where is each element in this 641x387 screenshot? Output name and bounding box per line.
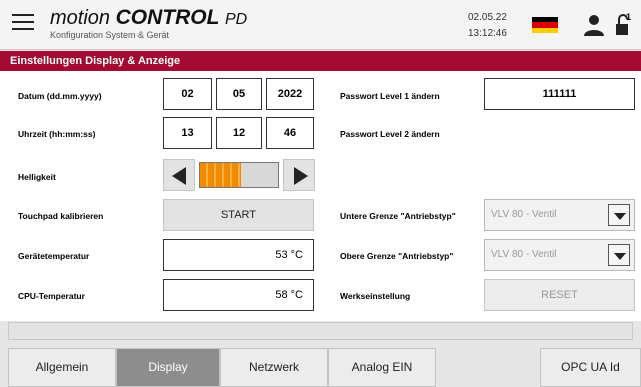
obere-grenze-value: VLV 80 - Ventil bbox=[491, 249, 557, 260]
chevron-down-icon[interactable] bbox=[608, 244, 630, 266]
time-display: 13:12:46 bbox=[468, 28, 507, 39]
brightness-bar[interactable] bbox=[199, 162, 279, 188]
tab-analog-ein[interactable]: Analog EIN bbox=[328, 348, 436, 387]
lock-open-icon[interactable]: 1 bbox=[613, 12, 633, 38]
untere-grenze-select[interactable]: VLV 80 - Ventil bbox=[484, 199, 635, 231]
obere-grenze-select[interactable]: VLV 80 - Ventil bbox=[484, 239, 635, 271]
pw1-label: Passwort Level 1 ändern bbox=[340, 91, 440, 101]
untere-grenze-label: Untere Grenze "Antriebstyp" bbox=[340, 211, 456, 221]
date-year-field[interactable]: 2022 bbox=[266, 78, 314, 110]
factory-reset-button[interactable]: RESET bbox=[484, 279, 635, 311]
lock-level: 1 bbox=[626, 12, 632, 22]
tab-netzwerk[interactable]: Netzwerk bbox=[220, 348, 328, 387]
cpu-temp-label: CPU-Temperatur bbox=[18, 291, 85, 301]
werkseinstellung-label: Werkseinstellung bbox=[340, 291, 411, 301]
helligkeit-label: Helligkeit bbox=[18, 172, 56, 182]
date-display: 02.05.22 bbox=[468, 12, 507, 23]
untere-grenze-value: VLV 80 - Ventil bbox=[491, 209, 557, 220]
brightness-fill bbox=[200, 163, 242, 187]
settings-panel: Datum (dd.mm.yyyy) 02 05 2022 Passwort L… bbox=[0, 71, 641, 321]
brand-logo: motion CONTROL PD bbox=[50, 6, 247, 30]
cpu-temperature-value: 58 °C bbox=[163, 279, 314, 311]
touchpad-start-button[interactable]: START bbox=[163, 199, 314, 231]
geraetetemp-label: Gerätetemperatur bbox=[18, 251, 90, 261]
brightness-increase-button[interactable] bbox=[283, 159, 315, 191]
brand-word1: motion bbox=[50, 7, 111, 29]
german-flag-icon[interactable] bbox=[532, 17, 558, 33]
tab-allgemein[interactable]: Allgemein bbox=[8, 348, 116, 387]
brightness-decrease-button[interactable] bbox=[163, 159, 195, 191]
brand-subtitle: Konfiguration System & Gerät bbox=[50, 30, 170, 40]
pw2-label[interactable]: Passwort Level 2 ändern bbox=[340, 129, 440, 139]
datum-label: Datum (dd.mm.yyyy) bbox=[18, 91, 102, 101]
touchpad-label: Touchpad kalibrieren bbox=[18, 211, 104, 221]
tab-opc-ua-id[interactable]: OPC UA Id bbox=[540, 348, 641, 387]
chevron-down-icon[interactable] bbox=[608, 204, 630, 226]
section-title: Einstellungen Display & Anzeige bbox=[0, 51, 641, 71]
date-day-field[interactable]: 02 bbox=[163, 78, 212, 110]
user-icon[interactable] bbox=[583, 14, 605, 36]
password-level1-field[interactable]: 111111 bbox=[484, 78, 635, 110]
brand-word2: CONTROL bbox=[115, 6, 220, 29]
time-hour-field[interactable]: 13 bbox=[163, 117, 212, 149]
menu-icon[interactable] bbox=[12, 14, 34, 32]
status-strip bbox=[8, 322, 633, 340]
uhrzeit-label: Uhrzeit (hh:mm:ss) bbox=[18, 129, 96, 139]
tab-display[interactable]: Display bbox=[116, 348, 220, 387]
time-second-field[interactable]: 46 bbox=[266, 117, 314, 149]
device-temperature-value: 53 °C bbox=[163, 239, 314, 271]
header-bar: motion CONTROL PD Konfiguration System &… bbox=[0, 0, 641, 50]
date-month-field[interactable]: 05 bbox=[216, 78, 262, 110]
time-minute-field[interactable]: 12 bbox=[216, 117, 262, 149]
brand-suffix: PD bbox=[224, 11, 248, 28]
obere-grenze-label: Obere Grenze "Antriebstyp" bbox=[340, 251, 454, 261]
